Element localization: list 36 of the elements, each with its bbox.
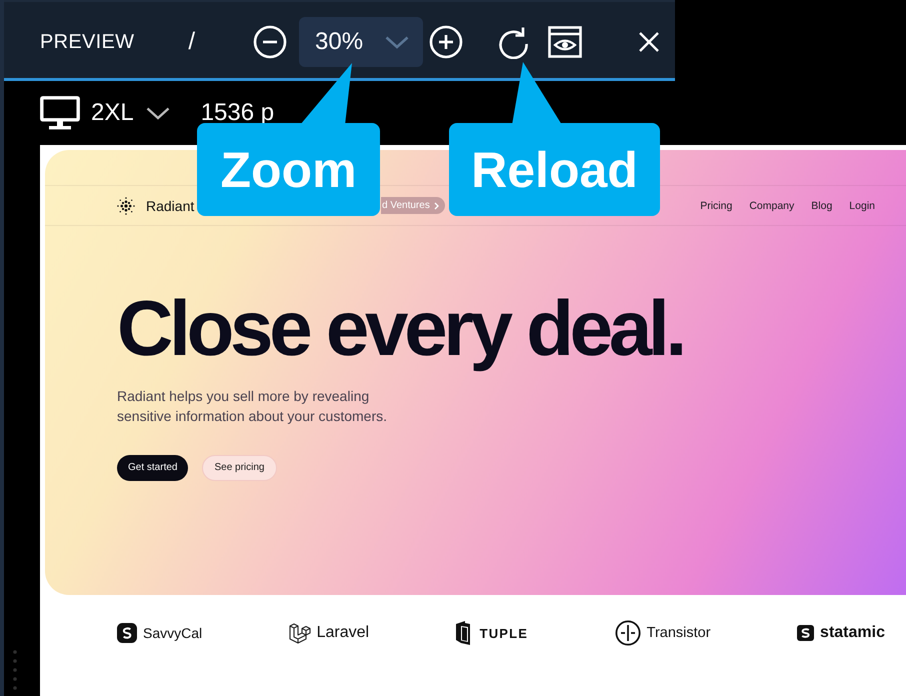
device-select[interactable]: 2XL — [88, 99, 173, 127]
chevron-down-icon — [146, 106, 170, 120]
hero-headline: Close every deal. — [117, 283, 684, 374]
logo-name: statamic — [820, 624, 885, 642]
pricing-button[interactable]: See pricing — [202, 454, 276, 481]
callout-pointer — [512, 62, 562, 125]
path-separator: / — [188, 28, 196, 56]
hero-description: Radiant helps you sell more by revealing sensitive information about your customers. — [117, 386, 388, 426]
zoom-select[interactable]: 30% — [299, 17, 424, 67]
book-logo-icon — [456, 621, 470, 645]
logo-name: SavvyCal — [143, 625, 202, 641]
logo-name: Laravel — [316, 624, 370, 642]
nav-link[interactable]: Pricing — [700, 200, 732, 212]
cube-logo-icon — [288, 622, 311, 644]
zoom-in-icon[interactable] — [429, 25, 464, 59]
brand-name: Radiant — [146, 198, 194, 214]
get-started-button[interactable]: Get started — [117, 454, 188, 481]
preview-window-icon[interactable] — [548, 26, 582, 58]
nav-link[interactable]: Company — [749, 200, 794, 212]
statamic-logo-icon — [797, 625, 814, 641]
logo-name: TUPLE — [480, 626, 528, 640]
callout-pointer — [300, 63, 352, 125]
chevron-right-icon — [434, 202, 439, 210]
nav-link[interactable]: Login — [849, 200, 875, 212]
close-icon[interactable] — [638, 31, 660, 53]
transistor-logo-icon — [614, 620, 641, 646]
chevron-down-icon — [385, 36, 410, 48]
monitor-icon — [40, 96, 80, 130]
radiant-logo-icon — [117, 196, 135, 214]
nav-link[interactable]: Blog — [811, 200, 832, 212]
drag-handle-icon[interactable] — [13, 650, 17, 690]
savvycal-logo-icon — [117, 623, 137, 643]
reload-icon[interactable] — [497, 26, 530, 58]
zoom-out-icon[interactable] — [253, 25, 288, 59]
toolbar-title: PREVIEW — [40, 30, 134, 54]
logo-name: Transistor — [646, 625, 711, 641]
